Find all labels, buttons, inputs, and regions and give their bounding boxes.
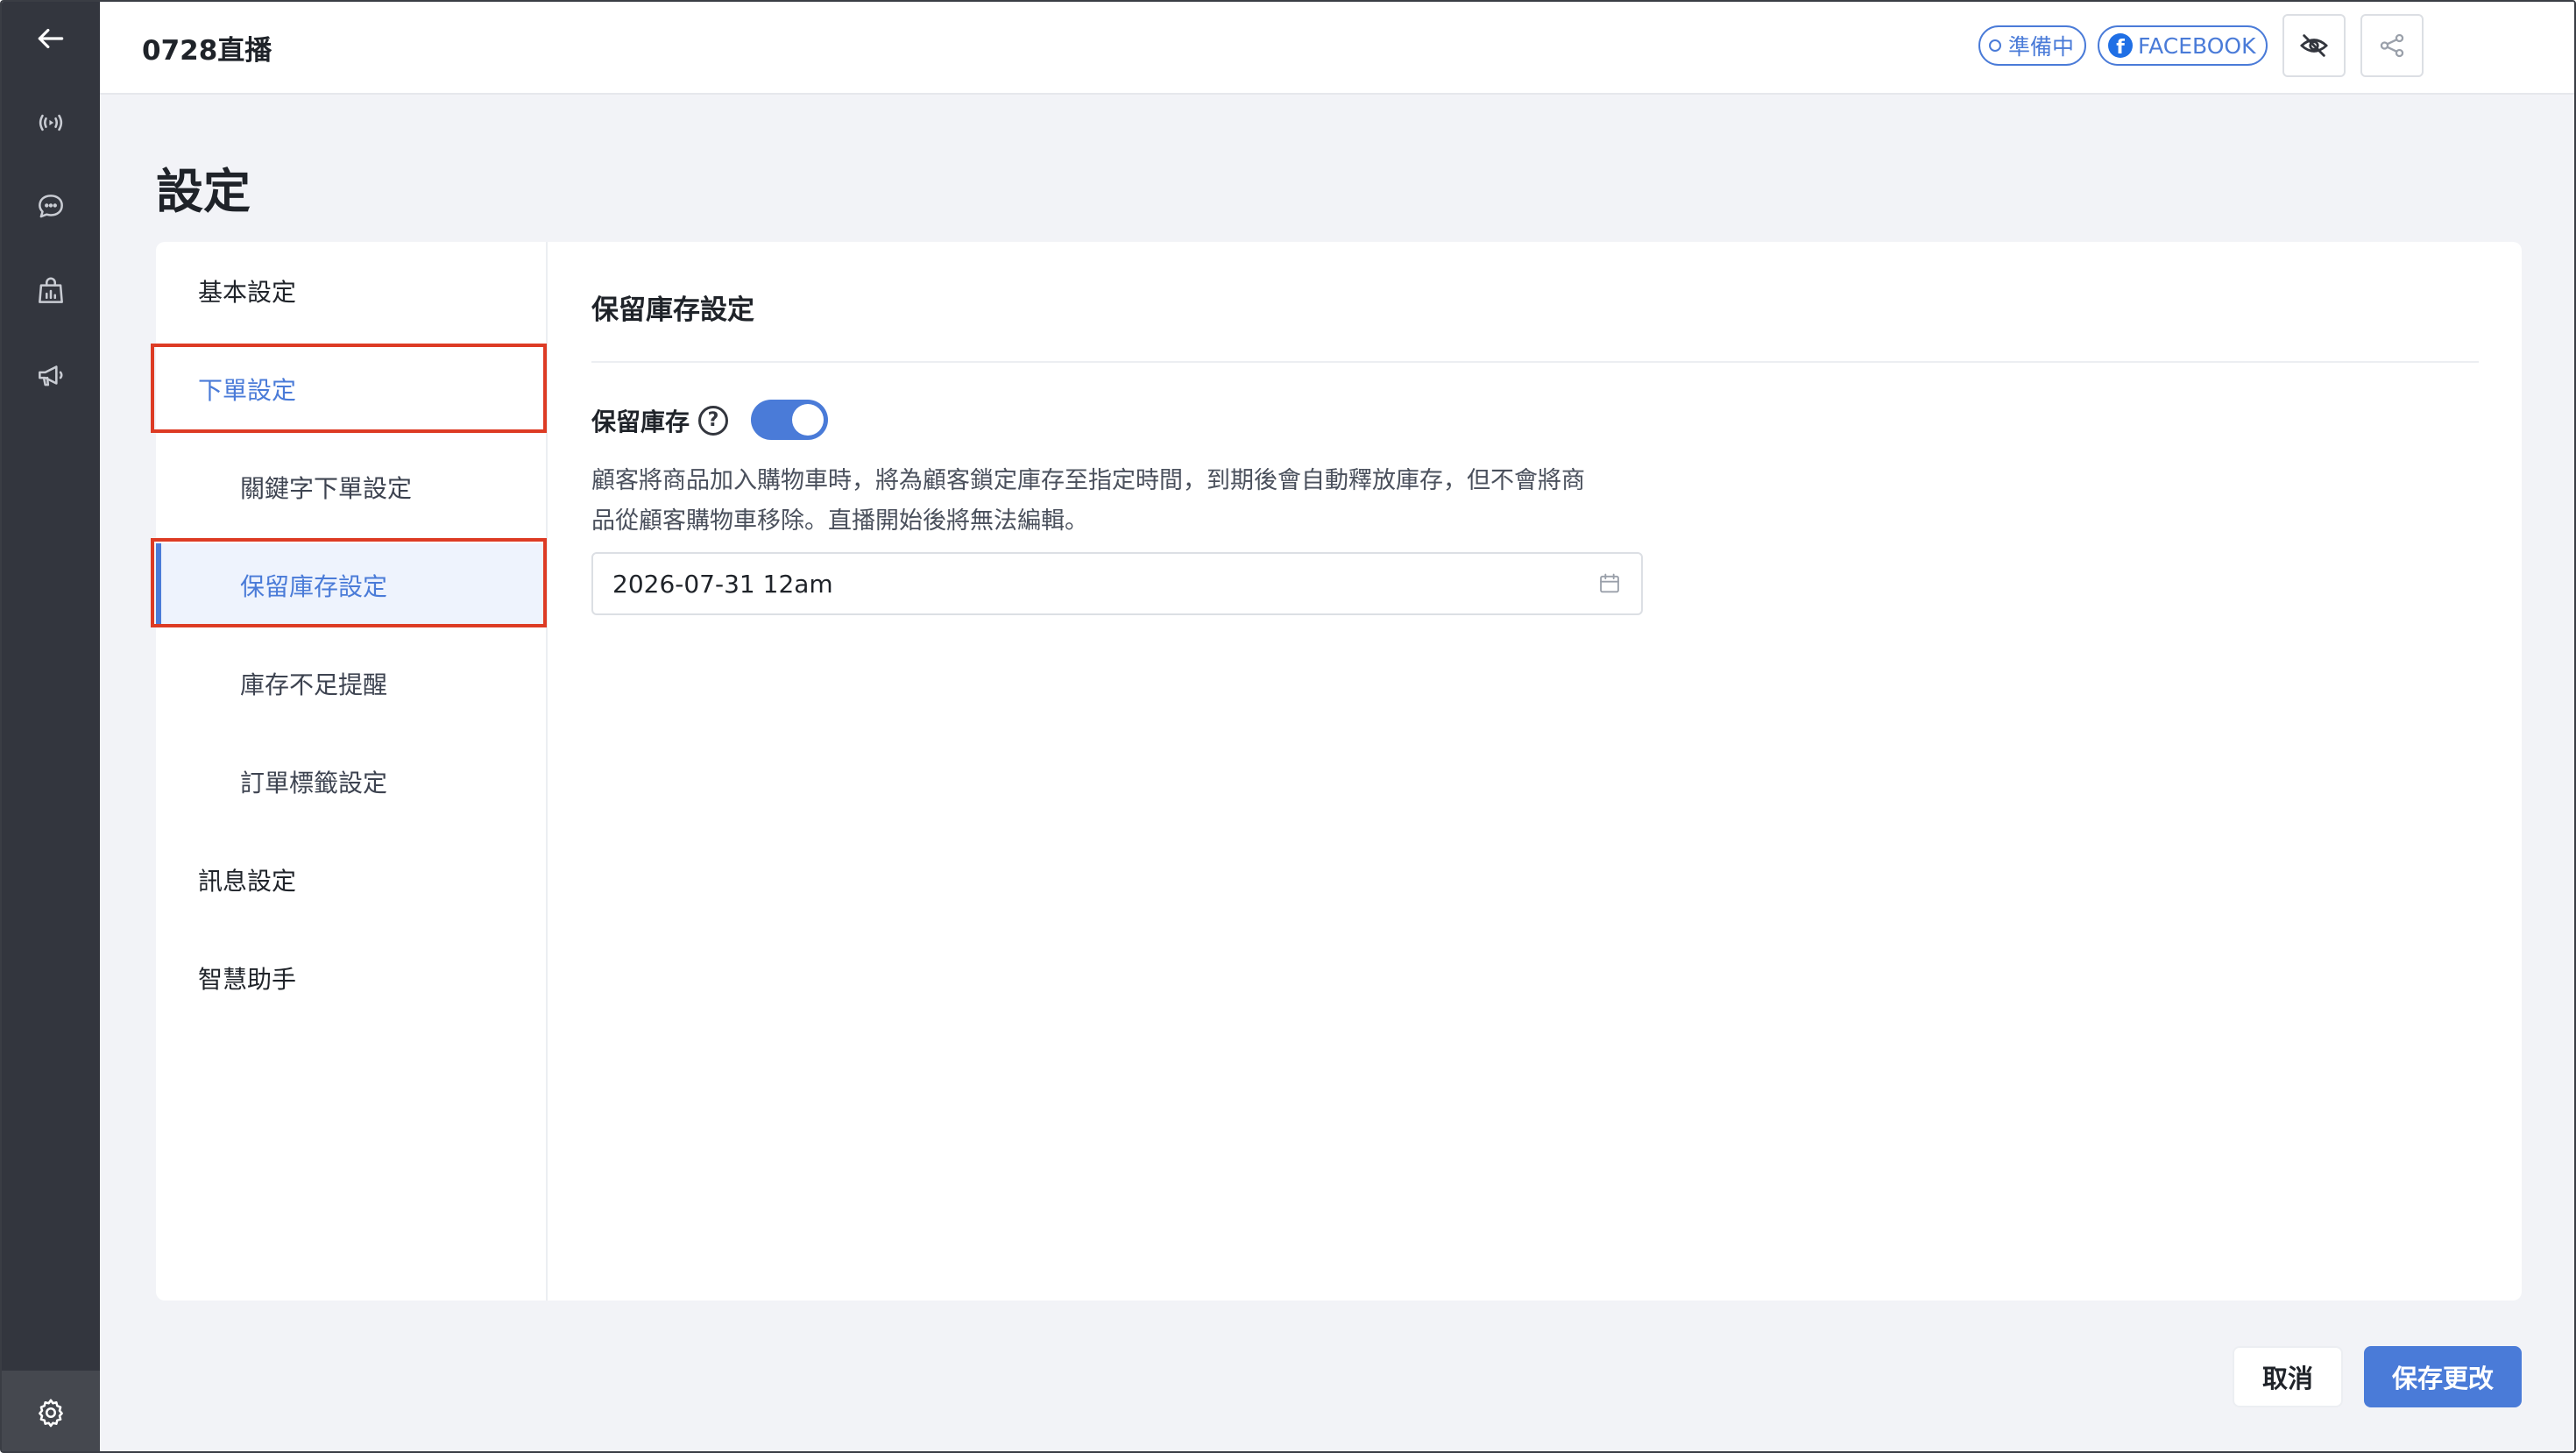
- nav-order-tag-settings[interactable]: 訂單標籤設定: [156, 740, 546, 824]
- share-icon: [2380, 33, 2404, 58]
- settings-content: 保留庫存設定 保留庫存 ? 顧客將商品加入購物車時，將為顧客鎖定庫存至指定時間，…: [548, 242, 2522, 1301]
- status-label: 準備中: [2008, 34, 2075, 60]
- app-window: 0728直播 準備中 f FACEBOOK 設定 基本設定 下單設定 關鍵字下單…: [0, 0, 2576, 1453]
- reserve-stock-label: 保留庫存 ?: [591, 403, 729, 438]
- status-dot-icon: [1989, 39, 2001, 52]
- reserve-stock-toggle[interactable]: [751, 400, 828, 440]
- back-button[interactable]: [2, 2, 100, 81]
- visibility-toggle-button[interactable]: [2282, 14, 2346, 77]
- page-title: 設定: [156, 164, 251, 219]
- eye-slash-icon: [2300, 34, 2328, 57]
- rail-chat-button[interactable]: [2, 165, 100, 249]
- nav-basic-settings[interactable]: 基本設定: [156, 249, 546, 333]
- status-badge: 準備中: [1978, 25, 2087, 66]
- nav-smart-assistant[interactable]: 智慧助手: [156, 936, 546, 1020]
- left-rail: [2, 2, 100, 1451]
- help-icon[interactable]: ?: [698, 406, 729, 436]
- shopping-bag-chart-icon: [39, 277, 63, 303]
- toggle-knob: [792, 404, 824, 436]
- platform-label: FACEBOOK: [2138, 32, 2256, 59]
- section-title: 保留庫存設定: [591, 294, 754, 326]
- description-line-2: 品從顧客購物車移除。直播開始後將無法編輯。: [591, 507, 1088, 535]
- reserve-until-date-input[interactable]: 2026-07-31 12am: [591, 552, 1643, 615]
- settings-card: 基本設定 下單設定 關鍵字下單設定 保留庫存設定 庫存不足提醒 訂單標籤設定 訊…: [151, 242, 2522, 1301]
- rail-products-button[interactable]: [2, 249, 100, 333]
- share-button[interactable]: [2360, 14, 2424, 77]
- back-arrow-icon: [38, 28, 64, 49]
- settings-nav: 基本設定 下單設定 關鍵字下單設定 保留庫存設定 庫存不足提醒 訂單標籤設定 訊…: [151, 242, 548, 1301]
- description-line-1: 顧客將商品加入購物車時，將為顧客鎖定庫存至指定時間，到期後會自動釋放庫存，但不會…: [591, 467, 1585, 494]
- nav-message-settings[interactable]: 訊息設定: [156, 838, 546, 922]
- nav-order-settings[interactable]: 下單設定: [156, 347, 546, 431]
- cancel-button[interactable]: 取消: [2233, 1346, 2343, 1407]
- facebook-icon: f: [2108, 33, 2133, 58]
- platform-badge: f FACEBOOK: [2098, 25, 2268, 66]
- reserve-stock-description: 顧客將商品加入購物車時，將為顧客鎖定庫存至指定時間，到期後會自動釋放庫存，但不會…: [591, 461, 1643, 542]
- date-value: 2026-07-31 12am: [612, 569, 833, 599]
- save-changes-button[interactable]: 保存更改: [2364, 1346, 2522, 1407]
- gear-icon: [39, 1399, 63, 1428]
- broadcast-icon: [39, 114, 63, 131]
- rail-live-button[interactable]: [2, 81, 100, 165]
- rail-marketing-button[interactable]: [2, 333, 100, 417]
- reserve-stock-label-text: 保留庫存: [591, 408, 690, 436]
- rail-settings-button[interactable]: [2, 1371, 100, 1451]
- nav-low-stock-alert[interactable]: 庫存不足提醒: [156, 641, 546, 726]
- nav-reserve-stock-settings[interactable]: 保留庫存設定: [156, 543, 546, 627]
- section-divider: [591, 361, 2479, 363]
- chat-icon: [39, 195, 63, 218]
- live-title: 0728直播: [142, 35, 272, 67]
- calendar-icon: [1600, 573, 1619, 593]
- megaphone-icon: [39, 365, 63, 386]
- nav-keyword-order-settings[interactable]: 關鍵字下單設定: [156, 445, 546, 529]
